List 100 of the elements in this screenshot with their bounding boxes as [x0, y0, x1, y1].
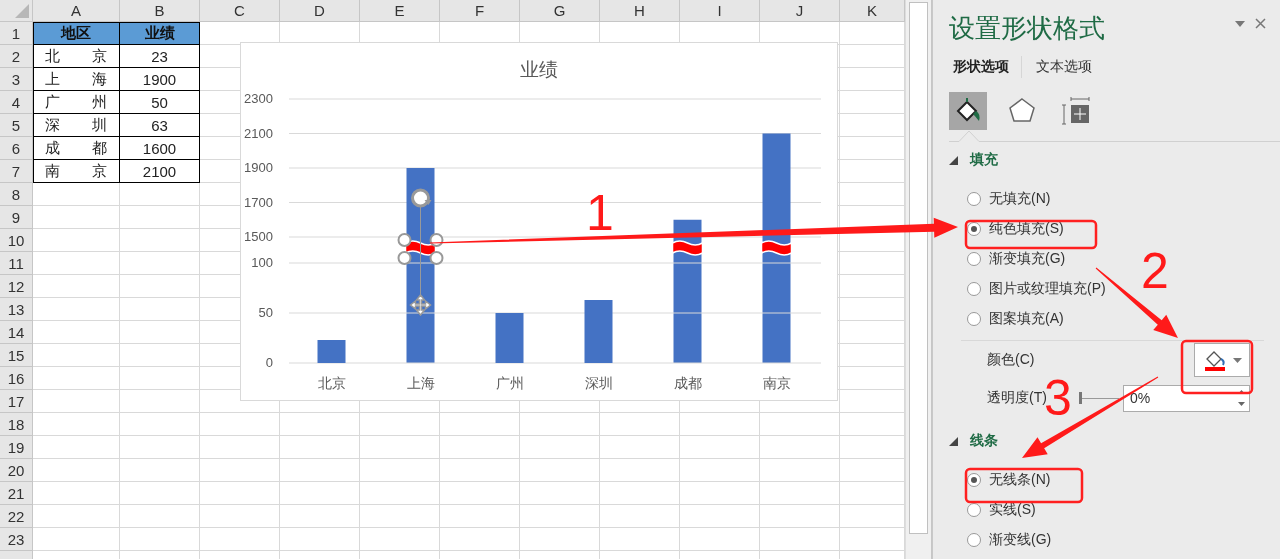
- table-cell: 南 京: [33, 160, 120, 183]
- slider[interactable]: [1078, 392, 1119, 404]
- row-number[interactable]: 12: [0, 275, 33, 298]
- field-label: 透明度(T): [987, 389, 1047, 405]
- dropdown-arrow-icon[interactable]: [1235, 20, 1245, 27]
- radio-circle[interactable]: [967, 312, 981, 326]
- color-picker-button[interactable]: [1194, 343, 1250, 377]
- field-label: 颜色(C): [987, 351, 1035, 369]
- axis-tick-label: 0: [265, 355, 273, 370]
- category-label: 深圳: [584, 375, 613, 391]
- fill-bucket-tab[interactable]: [949, 92, 987, 130]
- row-number[interactable]: 16: [0, 367, 33, 390]
- column-letter[interactable]: C: [200, 0, 280, 22]
- column-letter[interactable]: H: [600, 0, 680, 22]
- caret-icon: [1232, 357, 1242, 363]
- radio-option[interactable]: 渐变线(G): [967, 525, 1052, 555]
- row-number[interactable]: 4: [0, 91, 33, 114]
- tab[interactable]: 文本选项: [1032, 56, 1104, 78]
- row-number[interactable]: 7: [0, 160, 33, 183]
- section-heading[interactable]: 填充: [970, 151, 998, 169]
- axis-tick-label: 1500: [244, 229, 273, 244]
- radio-option[interactable]: 渐变填充(G): [967, 244, 1066, 274]
- row-number[interactable]: 17: [0, 390, 33, 413]
- column-letter[interactable]: J: [760, 0, 840, 22]
- row-number[interactable]: 20: [0, 459, 33, 482]
- bar[interactable]: [495, 313, 524, 363]
- row-number[interactable]: 21: [0, 482, 33, 505]
- row-number[interactable]: 13: [0, 298, 33, 321]
- table-cell: 成 都: [33, 137, 120, 160]
- bar[interactable]: [762, 133, 791, 363]
- row-number[interactable]: 8: [0, 183, 33, 206]
- row-number[interactable]: 18: [0, 413, 33, 436]
- radio-circle[interactable]: [967, 473, 981, 487]
- category-label: 南京: [762, 375, 791, 391]
- row-number[interactable]: 15: [0, 344, 33, 367]
- close-icon[interactable]: [1255, 18, 1266, 29]
- row-number[interactable]: 1: [0, 22, 33, 45]
- column-letter[interactable]: K: [840, 0, 905, 22]
- section-heading[interactable]: 线条: [970, 432, 998, 450]
- radio-option[interactable]: 无填充(N): [967, 184, 1051, 214]
- table-header-cell: 业绩: [120, 22, 200, 45]
- row-number[interactable]: 10: [0, 229, 33, 252]
- column-letter[interactable]: D: [280, 0, 360, 22]
- radio-option[interactable]: 图案填充(A): [967, 304, 1064, 334]
- table-cell: 50: [120, 91, 200, 114]
- column-letter[interactable]: F: [440, 0, 520, 22]
- table-cell: 深 圳: [33, 114, 120, 137]
- column-letter[interactable]: G: [520, 0, 600, 22]
- table-cell: 23: [120, 45, 200, 68]
- table-cell: 上 海: [33, 68, 120, 91]
- row-number[interactable]: 3: [0, 68, 33, 91]
- row-number[interactable]: 6: [0, 137, 33, 160]
- break-mark[interactable]: [671, 240, 704, 256]
- spin-field[interactable]: 0%: [1122, 384, 1250, 412]
- category-label: 北京: [317, 375, 346, 391]
- row-number[interactable]: 22: [0, 505, 33, 528]
- axis-tick-label: 1700: [244, 194, 273, 210]
- radio-circle[interactable]: [967, 222, 981, 236]
- radio-circle[interactable]: [967, 282, 981, 296]
- tab[interactable]: 形状选项: [949, 56, 1021, 78]
- bar[interactable]: [317, 340, 346, 363]
- radio-option[interactable]: 实线(S): [967, 495, 1036, 525]
- radio-option[interactable]: 无线条(N): [967, 465, 1051, 495]
- selection-handles[interactable]: [397, 188, 444, 317]
- slider-thumb[interactable]: [1078, 392, 1082, 404]
- radio-circle[interactable]: [967, 252, 981, 266]
- table-cell: 2100: [120, 160, 200, 183]
- radio-circle[interactable]: [967, 503, 981, 517]
- table-cell: 63: [120, 114, 200, 137]
- row-number[interactable]: 11: [0, 252, 33, 275]
- pane-title: 设置形状格式: [949, 12, 1105, 45]
- row-number[interactable]: 2: [0, 45, 33, 68]
- column-letter[interactable]: B: [120, 0, 200, 22]
- column-letter[interactable]: E: [360, 0, 440, 22]
- row-number[interactable]: 14: [0, 321, 33, 344]
- radio-option[interactable]: 纯色填充(S): [967, 214, 1064, 244]
- row-number[interactable]: 19: [0, 436, 33, 459]
- column-letter[interactable]: I: [680, 0, 760, 22]
- table-cell: 1900: [120, 68, 200, 91]
- radio-circle[interactable]: [967, 533, 981, 547]
- table-cell: 1600: [120, 137, 200, 160]
- collapse-triangle-icon[interactable]: [949, 155, 958, 165]
- table-header-cell: 地区: [33, 22, 120, 45]
- scrollbar-thumb[interactable]: [909, 2, 928, 534]
- axis-tick-label: 50: [258, 305, 273, 320]
- break-mark[interactable]: [760, 240, 793, 256]
- step-number: 1: [586, 185, 614, 241]
- bar[interactable]: [584, 300, 613, 363]
- column-letter[interactable]: A: [33, 0, 120, 22]
- row-number[interactable]: 23: [0, 528, 33, 551]
- row-number[interactable]: 5: [0, 114, 33, 137]
- table-cell: 北 京: [33, 45, 120, 68]
- spinner-arrows-icon[interactable]: [1237, 390, 1245, 406]
- axis-tick-label: 1900: [244, 160, 273, 175]
- radio-circle[interactable]: [967, 192, 981, 206]
- row-number[interactable]: 9: [0, 206, 33, 229]
- category-label: 广州: [495, 375, 524, 391]
- radio-option[interactable]: 图片或纹理填充(P): [967, 274, 1106, 304]
- chart-title: 业绩: [519, 58, 559, 82]
- collapse-triangle-icon[interactable]: [949, 436, 958, 446]
